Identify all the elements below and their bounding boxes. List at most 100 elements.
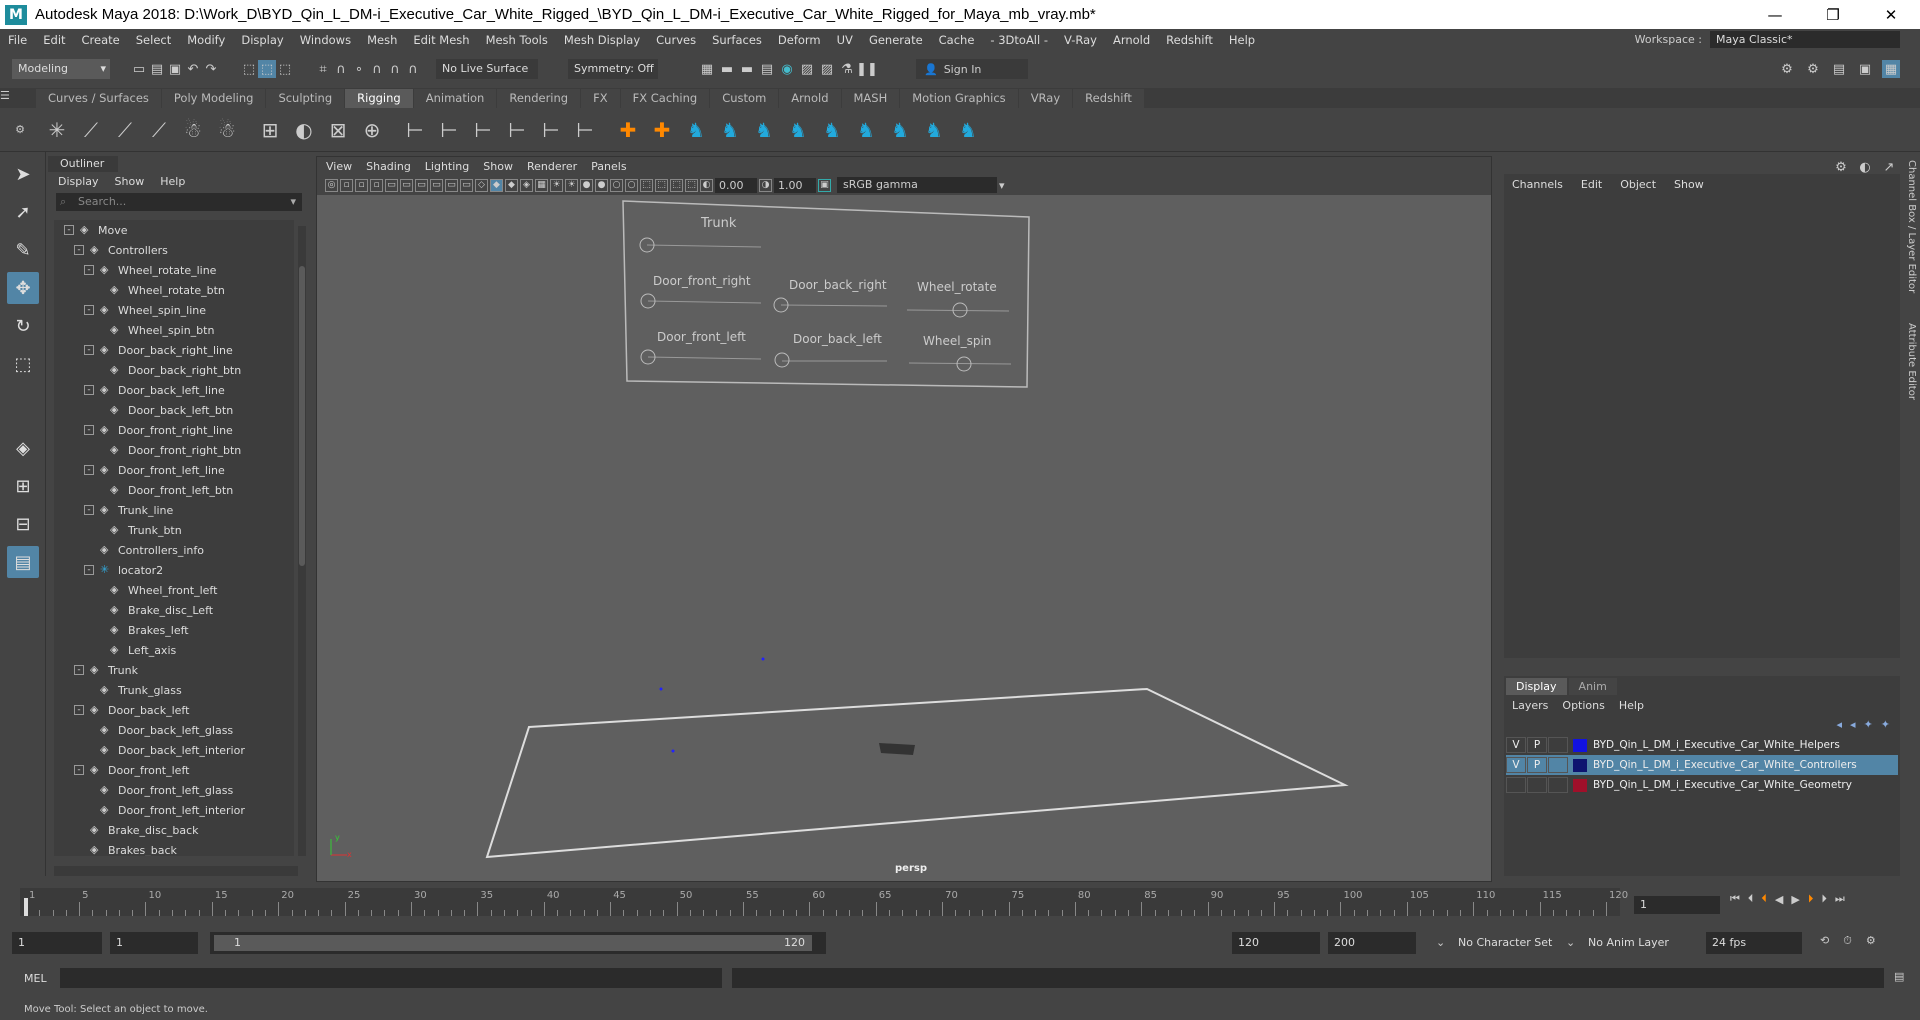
outliner-item[interactable]: ◈ Trunk_btn — [54, 520, 294, 540]
shelf-tab-redshift[interactable]: Redshift — [1073, 89, 1144, 108]
live-surface-field[interactable]: No Live Surface — [436, 59, 538, 79]
outliner-search-input[interactable]: ⌕ Search... ▾ — [56, 193, 302, 211]
ik-handle-icon[interactable]: ⟋ — [77, 116, 105, 144]
outliner-item[interactable]: ◈ Controllers_info — [54, 540, 294, 560]
lattice-icon[interactable]: ⊠ — [324, 116, 352, 144]
layer-menu-layers[interactable]: Layers — [1512, 699, 1548, 712]
scene-start-field[interactable]: 1 — [12, 932, 102, 954]
minimize-button[interactable]: — — [1746, 0, 1804, 29]
outliner-item[interactable]: ◈ Brakes_left — [54, 620, 294, 640]
current-time-indicator[interactable] — [24, 898, 28, 916]
outliner-item[interactable]: ◈ Door_back_left_btn — [54, 400, 294, 420]
smooth-shade-icon[interactable]: ◆ — [490, 178, 503, 192]
isolate-select-icon[interactable]: ⬚ — [640, 178, 653, 192]
image-plane-icon[interactable]: ▫ — [370, 178, 383, 192]
gamma-icon[interactable]: ◑ — [759, 178, 772, 192]
bind-skin-icon[interactable]: ⊞ — [256, 116, 284, 144]
helper-point[interactable] — [761, 657, 765, 661]
close-button[interactable]: ✕ — [1862, 0, 1920, 29]
camera-attr-icon[interactable]: ▫ — [340, 178, 353, 192]
shelf-tab-arnold[interactable]: Arnold — [779, 89, 841, 108]
helper-point[interactable] — [659, 687, 663, 691]
chevron-down-icon[interactable]: ▾ — [290, 193, 296, 211]
outliner-item[interactable]: - ◈ Door_front_left — [54, 760, 294, 780]
outliner-item[interactable]: ◈ Trunk_glass — [54, 680, 294, 700]
outliner-item[interactable]: - ◈ Wheel_rotate_line — [54, 260, 294, 280]
collapse-toggle-icon[interactable]: - — [74, 765, 84, 775]
channel-menu-object[interactable]: Object — [1620, 178, 1656, 191]
anim-layer-select[interactable]: No Anim Layer — [1588, 936, 1669, 949]
undo-icon[interactable]: ↶ — [184, 60, 202, 78]
exposure-icon[interactable]: ◐ — [700, 178, 713, 192]
layer-color-swatch[interactable] — [1573, 758, 1587, 772]
shelf-script-8-icon[interactable]: ♞ — [920, 116, 948, 144]
hypershade-icon[interactable]: ◉ — [778, 60, 796, 78]
menu-arnold[interactable]: Arnold — [1105, 33, 1158, 47]
snap-curve-icon[interactable]: ∩ — [332, 60, 350, 78]
outliner-item[interactable]: - ◈ Door_back_right_line — [54, 340, 294, 360]
wheel-spin-line[interactable] — [908, 362, 1012, 365]
anim-layer-icon[interactable]: ⌄ — [1566, 936, 1575, 949]
motion-blur-icon[interactable]: ● — [595, 178, 608, 192]
collapse-toggle-icon[interactable]: - — [84, 465, 94, 475]
tool-settings-icon[interactable]: ▣ — [1856, 60, 1874, 78]
outliner-item[interactable]: ◈ Door_front_left_interior — [54, 800, 294, 820]
viewport-menu-shading[interactable]: Shading — [366, 160, 411, 173]
outliner-item[interactable]: ◈ Door_back_right_btn — [54, 360, 294, 380]
trunk-line[interactable] — [646, 244, 762, 248]
play-forward-icon[interactable]: ▶ — [1791, 893, 1799, 906]
snap-view-icon[interactable]: ∩ — [368, 60, 386, 78]
menu-mesh[interactable]: Mesh — [359, 33, 405, 47]
exposure-field[interactable]: 0.00 — [715, 177, 757, 193]
collapse-toggle-icon[interactable]: - — [84, 505, 94, 515]
measure-icon[interactable]: ✚ — [648, 116, 676, 144]
shelf-script-4-icon[interactable]: ♞ — [784, 116, 812, 144]
menu-select[interactable]: Select — [128, 33, 179, 47]
gamma-field[interactable]: 1.00 — [774, 177, 816, 193]
select-tool-icon[interactable]: ➤ — [7, 158, 39, 190]
outliner-item[interactable]: ◈ Door_front_left_glass — [54, 780, 294, 800]
render-view-icon[interactable]: ▦ — [698, 60, 716, 78]
paint-select-icon[interactable]: ✎ — [7, 234, 39, 266]
outliner-item[interactable]: - ◈ Wheel_spin_line — [54, 300, 294, 320]
character-set-icon[interactable]: ⌄ — [1436, 936, 1445, 949]
menu-file[interactable]: File — [0, 33, 35, 47]
vray-vfb-icon[interactable]: ⚗ — [838, 60, 856, 78]
door-front-right-line[interactable] — [647, 300, 762, 304]
script-editor-icon[interactable]: ▤ — [1894, 970, 1904, 983]
shelf-tab-motion-graphics[interactable]: Motion Graphics — [900, 89, 1018, 108]
helper-point[interactable] — [671, 749, 675, 753]
paint-weights-icon[interactable]: ◐ — [290, 116, 318, 144]
collapse-toggle-icon[interactable]: - — [84, 265, 94, 275]
menu-3dtoall[interactable]: - 3DtoAll - — [982, 33, 1056, 47]
two-view-layout-icon[interactable]: ⊟ — [7, 508, 39, 540]
wheel-rotate-line[interactable] — [906, 309, 1010, 312]
viewport-menu-renderer[interactable]: Renderer — [527, 160, 577, 173]
snap-live-icon[interactable]: ∩ — [404, 60, 422, 78]
bookmark-icon[interactable]: ▫ — [355, 178, 368, 192]
layer-playback-toggle[interactable] — [1527, 777, 1547, 793]
colorspace-select[interactable]: sRGB gamma — [837, 177, 997, 193]
collapse-toggle-icon[interactable]: - — [74, 245, 84, 255]
antialiasing-icon[interactable]: ○ — [610, 178, 623, 192]
scale-tool-icon[interactable]: ⬚ — [7, 348, 39, 380]
humanik-icon[interactable]: ☃ — [213, 116, 241, 144]
door-back-right-line[interactable] — [780, 304, 888, 307]
menu-display[interactable]: Display — [233, 33, 291, 47]
field-chart-icon[interactable]: ▭ — [430, 178, 443, 192]
rotate-tool-icon[interactable]: ↻ — [7, 310, 39, 342]
outliner-menu-help[interactable]: Help — [160, 175, 185, 188]
go-to-start-icon[interactable]: ⏮ — [1730, 892, 1740, 906]
shelf-options-icon[interactable]: ⚙ — [15, 123, 25, 136]
select-object-icon[interactable]: ⬚ — [258, 60, 276, 78]
outliner-item[interactable]: - ◈ Move — [54, 220, 294, 240]
outliner-item[interactable]: - ◈ Door_back_left_line — [54, 380, 294, 400]
channel-menu-show[interactable]: Show — [1674, 178, 1704, 191]
wireframe-icon[interactable]: ◇ — [475, 178, 488, 192]
collapse-toggle-icon[interactable]: - — [74, 705, 84, 715]
viewport-menu-view[interactable]: View — [326, 160, 352, 173]
menu-edit[interactable]: Edit — [35, 33, 73, 47]
ground-plane[interactable] — [485, 687, 1349, 859]
viewport-menu-show[interactable]: Show — [483, 160, 513, 173]
menu-curves[interactable]: Curves — [648, 33, 704, 47]
